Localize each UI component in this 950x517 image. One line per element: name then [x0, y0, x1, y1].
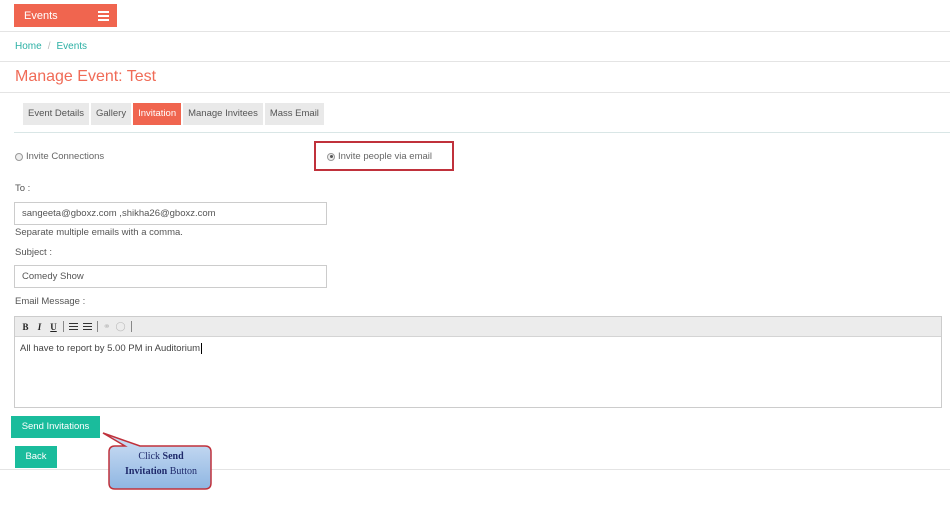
- divider: [0, 31, 950, 32]
- editor-content[interactable]: All have to report by 5.00 PM in Auditor…: [15, 337, 941, 360]
- tab-gallery[interactable]: Gallery: [90, 103, 132, 125]
- events-label: Events: [24, 10, 58, 22]
- email-message-label: Email Message :: [15, 296, 86, 307]
- editor-text: All have to report by 5.00 PM in Auditor…: [20, 343, 201, 355]
- invite-email-label: Invite people via email: [338, 151, 432, 162]
- tab-event-details[interactable]: Event Details: [23, 103, 89, 125]
- callout-text: Click Send Invitation Button: [125, 451, 197, 477]
- italic-icon[interactable]: I: [35, 322, 44, 332]
- tab-invitation[interactable]: Invitation: [133, 103, 182, 125]
- divider: [0, 61, 950, 62]
- breadcrumb: Home / Events: [15, 41, 87, 52]
- back-button[interactable]: Back: [15, 446, 57, 468]
- bold-icon[interactable]: B: [21, 322, 30, 332]
- rich-text-editor[interactable]: B I U ⚭ ◯ All have to report by 5.00 PM …: [14, 316, 942, 408]
- tab-divider: [14, 132, 950, 133]
- to-email-input[interactable]: sangeeta@gboxz.com ,shikha26@gboxz.com: [14, 202, 327, 225]
- tab-manage-invitees[interactable]: Manage Invitees: [183, 103, 263, 125]
- invite-email-option[interactable]: Invite people via email: [327, 151, 432, 162]
- subject-label: Subject :: [15, 247, 52, 258]
- invite-connections-label: Invite Connections: [26, 151, 105, 162]
- underline-icon[interactable]: U: [49, 322, 58, 332]
- subject-input[interactable]: Comedy Show: [14, 265, 327, 288]
- send-invitations-button[interactable]: Send Invitations: [11, 416, 100, 438]
- text-caret: [201, 343, 203, 354]
- to-label: To :: [15, 183, 31, 194]
- editor-toolbar: B I U ⚭ ◯: [15, 317, 941, 337]
- link-icon[interactable]: ⚭: [103, 321, 111, 332]
- tab-mass-email[interactable]: Mass Email: [264, 103, 324, 125]
- toolbar-separator: [130, 321, 132, 332]
- to-help-text: Separate multiple emails with a comma.: [15, 227, 183, 238]
- invite-email-radio[interactable]: [327, 152, 335, 161]
- divider: [0, 92, 950, 93]
- events-menu-button[interactable]: Events: [14, 4, 117, 27]
- invite-connections-option[interactable]: Invite Connections: [15, 151, 104, 162]
- toolbar-separator: [63, 321, 64, 332]
- numbered-list-icon[interactable]: [83, 322, 92, 331]
- unlink-icon[interactable]: ◯: [116, 321, 126, 332]
- toolbar-separator: [97, 321, 98, 332]
- bullet-list-icon[interactable]: [69, 322, 78, 331]
- breadcrumb-events-link[interactable]: Events: [56, 41, 87, 52]
- breadcrumb-home-link[interactable]: Home: [15, 41, 42, 52]
- hamburger-icon: [98, 11, 109, 23]
- page-title: Manage Event: Test: [15, 68, 157, 85]
- invite-connections-radio[interactable]: [15, 152, 23, 161]
- tab-bar: Event Details Gallery Invitation Manage …: [23, 103, 324, 125]
- breadcrumb-separator: /: [47, 41, 51, 52]
